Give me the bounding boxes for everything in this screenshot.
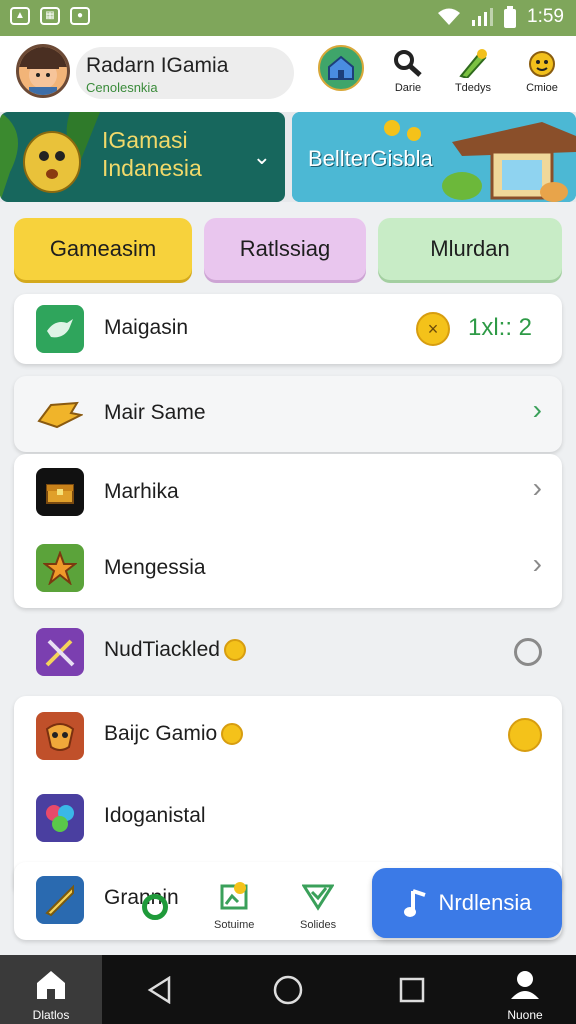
gold-bird-icon bbox=[36, 390, 84, 438]
notification-icons: ▲ ▦ ● bbox=[10, 7, 90, 25]
list-item[interactable]: Mengessia › bbox=[14, 530, 562, 604]
score-value: 1xl:: 2 bbox=[468, 314, 533, 341]
header-button-darie[interactable]: Darie bbox=[380, 44, 436, 104]
image-notification-icon: ▲ bbox=[10, 7, 30, 25]
header-button-tdedys[interactable]: Tdedys bbox=[445, 44, 501, 104]
list-item[interactable]: Marhika › bbox=[14, 456, 562, 530]
list-item[interactable]: NudTiackled bbox=[14, 614, 562, 688]
gallery-notification-icon: ▦ bbox=[40, 7, 60, 25]
tab-mlurdan[interactable]: Mlurdan bbox=[378, 218, 562, 280]
cta-label: Nrdlensia bbox=[438, 890, 532, 915]
leaf-pencil-icon bbox=[459, 49, 487, 78]
profile-subtitle: Cenolesnkia bbox=[86, 80, 158, 95]
profile-icon bbox=[511, 971, 539, 999]
green-ring-icon bbox=[142, 894, 168, 920]
magnifier-icon bbox=[394, 50, 422, 77]
chevron-right-icon[interactable]: › bbox=[533, 472, 542, 504]
banner-title-line1: IGamasi bbox=[102, 127, 188, 153]
list-item-label: Mair Same bbox=[104, 401, 206, 424]
list-item[interactable]: Mair Same › bbox=[14, 376, 562, 452]
back-triangle-icon bbox=[147, 976, 171, 1004]
mini-button-sotuime[interactable]: Sotuime bbox=[214, 880, 254, 931]
tab-ratlssiag[interactable]: Ratlssiag bbox=[204, 218, 366, 280]
radio-circle-icon[interactable] bbox=[514, 638, 542, 666]
badge-icon bbox=[220, 882, 248, 910]
primary-cta-button[interactable]: Nrdlensia bbox=[372, 868, 562, 938]
warrior-mask-icon bbox=[36, 712, 84, 760]
clock: 1:59 bbox=[527, 6, 564, 27]
coin-icon bbox=[223, 639, 246, 661]
profile-pill[interactable]: Radarn IGamia Cenolesnkia bbox=[76, 47, 294, 99]
list-item-label: Baijc Gamio bbox=[104, 722, 244, 746]
banner-bellter[interactable]: BellterGisbla bbox=[292, 112, 576, 202]
crossed-swords-icon bbox=[36, 628, 84, 676]
mascot-icon bbox=[529, 51, 555, 77]
nav-home-label: Dlatlos bbox=[32, 1008, 70, 1022]
home-icon bbox=[37, 971, 65, 999]
blade-icon bbox=[36, 876, 84, 924]
home-circle-icon bbox=[273, 975, 303, 1005]
shield-check-icon bbox=[301, 884, 335, 911]
list-item[interactable]: Baijc Gamio bbox=[14, 698, 562, 772]
status-bar: ▲ ▦ ● 1:59 bbox=[0, 0, 576, 36]
list-item-label: Mengessia bbox=[104, 556, 206, 579]
battery-icon bbox=[504, 6, 517, 28]
list-item-label: NudTiackled bbox=[104, 638, 246, 662]
music-note-icon bbox=[403, 889, 426, 917]
list-item-text: Baijc Gamio bbox=[104, 722, 218, 745]
recents-button[interactable] bbox=[395, 973, 429, 1007]
chevron-right-icon[interactable]: › bbox=[533, 548, 542, 580]
recents-square-icon bbox=[399, 977, 425, 1003]
chevron-right-icon[interactable]: › bbox=[533, 394, 542, 426]
avatar[interactable] bbox=[16, 44, 70, 98]
coin-icon bbox=[221, 723, 244, 745]
back-button[interactable] bbox=[143, 973, 177, 1007]
home-button[interactable] bbox=[271, 973, 305, 1007]
app-header: Radarn IGamia Cenolesnkia Darie Tdedys C… bbox=[0, 36, 576, 112]
mini-button-solides[interactable]: Solides bbox=[300, 880, 336, 931]
game-notification-icon: ● bbox=[70, 7, 90, 25]
treasure-chest-icon bbox=[36, 468, 84, 516]
header-button-label: Cmioe bbox=[526, 82, 558, 94]
status-right: 1:59 bbox=[437, 6, 564, 28]
tab-gameasim[interactable]: Gameasim bbox=[14, 218, 192, 280]
home-shortcut-button[interactable] bbox=[318, 45, 364, 91]
nav-profile-tab[interactable]: Nuone bbox=[474, 955, 576, 1024]
nav-profile-label: Nuone bbox=[507, 1008, 543, 1022]
header-button-label: Tdedys bbox=[454, 82, 492, 94]
jungle-mascot-icon bbox=[0, 112, 100, 202]
list-item[interactable]: Maigasin × 1xl:: 2 bbox=[14, 294, 562, 364]
x-coin-icon: × bbox=[416, 312, 450, 346]
list-item[interactable]: Idoganistal bbox=[14, 782, 562, 856]
nav-home-tab[interactable]: Dlatlos bbox=[0, 955, 102, 1024]
header-button-label: Darie bbox=[394, 82, 422, 94]
house-icon bbox=[328, 55, 354, 80]
header-button-cmioe[interactable]: Cmioe bbox=[514, 44, 570, 104]
profile-name: Radarn IGamia bbox=[86, 54, 229, 77]
mini-button-label: Sotuime bbox=[214, 919, 255, 931]
gold-coin-icon bbox=[508, 718, 542, 752]
dragon-icon bbox=[36, 305, 84, 353]
list-item-label: Marhika bbox=[104, 480, 179, 503]
list-item-label: Maigasin bbox=[104, 316, 189, 339]
star-sword-icon bbox=[36, 544, 84, 592]
colorful-knot-icon bbox=[36, 794, 84, 842]
signal-icon bbox=[472, 8, 494, 26]
list-item-label: Idoganistal bbox=[104, 804, 206, 827]
banner-title: BellterGisbla bbox=[308, 146, 433, 171]
system-nav-bar: Dlatlos Nuone bbox=[0, 955, 576, 1024]
chevron-down-icon[interactable]: ⌄ bbox=[253, 144, 271, 170]
wifi-icon bbox=[438, 8, 461, 25]
banner-title: IGamasi Indanesia bbox=[102, 126, 202, 182]
mini-button-label: Solides bbox=[300, 919, 337, 931]
banner-title-line2: Indanesia bbox=[102, 155, 202, 181]
banner-igamasi[interactable]: IGamasi Indanesia ⌄ bbox=[0, 112, 285, 202]
list-item-text: NudTiackled bbox=[104, 638, 220, 661]
avatar-face-icon bbox=[19, 47, 67, 95]
